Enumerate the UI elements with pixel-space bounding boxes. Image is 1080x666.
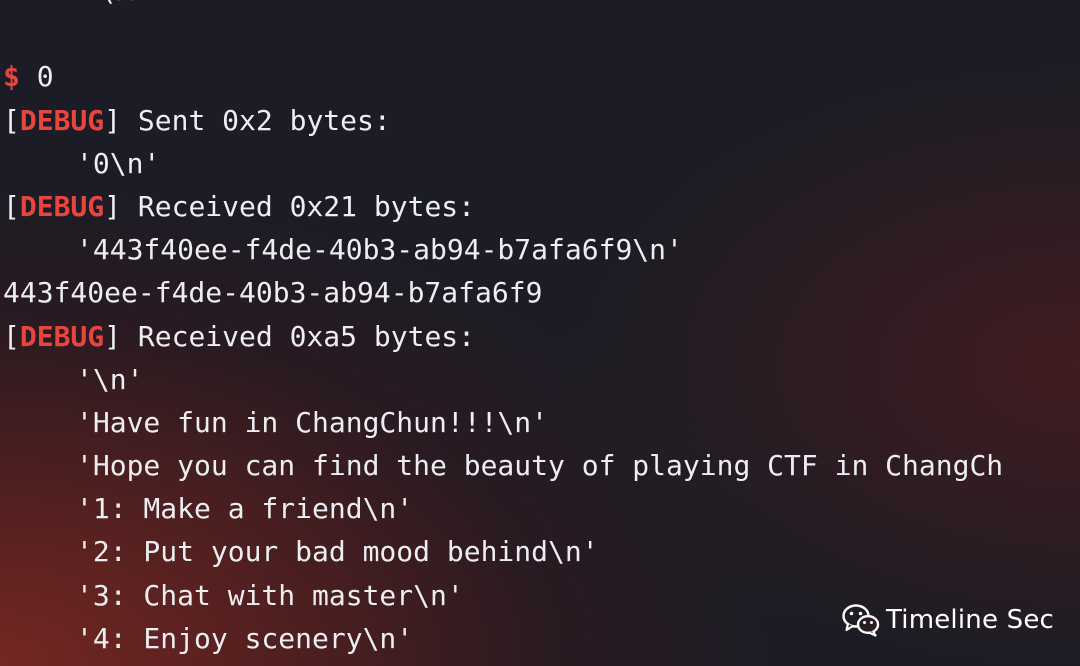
debug-payload-line: '\n' <box>76 362 144 396</box>
debug-received-line: [DEBUG] Received 0x21 bytes: <box>3 189 476 223</box>
terminal-output: (X $ 0 [DEBUG] Sent 0x2 bytes: '0\n' [DE… <box>0 0 1080 660</box>
prompt-command: 0 <box>36 60 54 94</box>
debug-payload-line: '2: Put your bad mood behind\n' <box>76 535 599 569</box>
program-output-line: 443f40ee-f4de-40b3-ab94-b7afa6f9 <box>3 276 543 310</box>
debug-message: Sent 0x2 bytes: <box>137 103 391 137</box>
debug-message: Received 0x21 bytes: <box>137 189 476 223</box>
debug-tag: DEBUG <box>19 103 105 137</box>
terminal-line-partial: (X <box>0 0 1080 12</box>
debug-tag: DEBUG <box>19 319 105 353</box>
debug-payload-line: 'Have fun in ChangChun!!!\n' <box>76 405 549 439</box>
debug-sent-line: [DEBUG] Sent 0x2 bytes: <box>3 103 391 137</box>
debug-message: Received 0xa5 bytes: <box>137 319 476 353</box>
debug-payload-line: '0\n' <box>76 146 161 180</box>
wechat-icon <box>842 603 880 637</box>
watermark: Timeline Sec <box>842 600 1054 640</box>
watermark-text: Timeline Sec <box>886 605 1055 635</box>
debug-payload-line: '1: Make a friend\n' <box>76 492 414 526</box>
debug-tag: DEBUG <box>19 189 105 223</box>
debug-payload-line: 'Hope you can find the beauty of playing… <box>76 449 1004 483</box>
prompt-symbol: $ <box>3 60 20 94</box>
debug-payload-line: '443f40ee-f4de-40b3-ab94-b7afa6f9\n' <box>76 233 683 267</box>
debug-received-line: [DEBUG] Received 0xa5 bytes: <box>3 319 476 353</box>
terminal-prompt-line: $ 0 <box>0 55 1080 98</box>
